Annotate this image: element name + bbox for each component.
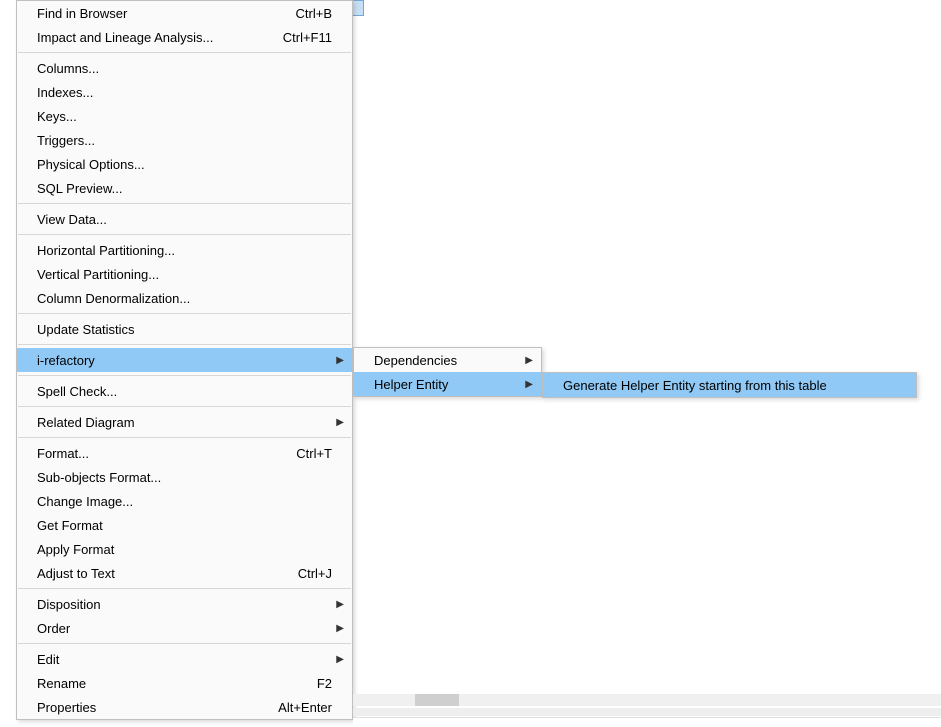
menu-item-label: Find in Browser xyxy=(37,6,276,21)
menu-separator xyxy=(18,52,351,53)
menu-item-disposition[interactable]: Disposition ▶ xyxy=(17,592,352,616)
menu-item-indexes[interactable]: Indexes... xyxy=(17,80,352,104)
menu-item-label: Order xyxy=(37,621,332,636)
menu-item-label: Adjust to Text xyxy=(37,566,278,581)
menu-item-find-in-browser[interactable]: Find in Browser Ctrl+B xyxy=(17,1,352,25)
menu-item-triggers[interactable]: Triggers... xyxy=(17,128,352,152)
menu-item-label: Disposition xyxy=(37,597,332,612)
submenu-arrow-icon: ▶ xyxy=(336,623,344,634)
menu-item-shortcut: Alt+Enter xyxy=(278,700,332,715)
menu-item-label: Dependencies xyxy=(374,353,521,368)
menu-item-label: Vertical Partitioning... xyxy=(37,267,332,282)
menu-item-get-format[interactable]: Get Format xyxy=(17,513,352,537)
menu-item-update-statistics[interactable]: Update Statistics xyxy=(17,317,352,341)
menu-item-label: Get Format xyxy=(37,518,332,533)
menu-item-sub-objects-format[interactable]: Sub-objects Format... xyxy=(17,465,352,489)
menu-separator xyxy=(18,406,351,407)
submenu-arrow-icon: ▶ xyxy=(525,355,533,366)
menu-item-properties[interactable]: Properties Alt+Enter xyxy=(17,695,352,719)
menu-item-spell-check[interactable]: Spell Check... xyxy=(17,379,352,403)
submenu-arrow-icon: ▶ xyxy=(336,599,344,610)
menu-item-order[interactable]: Order ▶ xyxy=(17,616,352,640)
menu-item-impact-lineage[interactable]: Impact and Lineage Analysis... Ctrl+F11 xyxy=(17,25,352,49)
menu-item-format[interactable]: Format... Ctrl+T xyxy=(17,441,352,465)
menu-separator xyxy=(18,375,351,376)
background-strip xyxy=(353,708,941,716)
menu-item-label: Triggers... xyxy=(37,133,332,148)
menu-item-column-denormalization[interactable]: Column Denormalization... xyxy=(17,286,352,310)
menu-item-apply-format[interactable]: Apply Format xyxy=(17,537,352,561)
menu-item-label: Rename xyxy=(37,676,297,691)
menu-item-label: Edit xyxy=(37,652,332,667)
menu-separator xyxy=(18,437,351,438)
submenu-arrow-icon: ▶ xyxy=(525,379,533,390)
menu-item-label: Horizontal Partitioning... xyxy=(37,243,332,258)
menu-item-physical-options[interactable]: Physical Options... xyxy=(17,152,352,176)
scrollbar-thumb[interactable] xyxy=(415,694,459,706)
submenu-arrow-icon: ▶ xyxy=(336,654,344,665)
menu-item-label: Column Denormalization... xyxy=(37,291,332,306)
menu-item-horizontal-partitioning[interactable]: Horizontal Partitioning... xyxy=(17,238,352,262)
menu-item-label: i-refactory xyxy=(37,353,332,368)
menu-item-label: Sub-objects Format... xyxy=(37,470,332,485)
menu-item-shortcut: Ctrl+F11 xyxy=(283,30,332,45)
menu-item-edit[interactable]: Edit ▶ xyxy=(17,647,352,671)
menu-item-vertical-partitioning[interactable]: Vertical Partitioning... xyxy=(17,262,352,286)
menu-item-label: Impact and Lineage Analysis... xyxy=(37,30,263,45)
menu-item-dependencies[interactable]: Dependencies ▶ xyxy=(354,348,541,372)
menu-item-sql-preview[interactable]: SQL Preview... xyxy=(17,176,352,200)
menu-item-label: Update Statistics xyxy=(37,322,332,337)
menu-item-label: Columns... xyxy=(37,61,332,76)
background-strip xyxy=(353,717,941,727)
menu-item-label: Indexes... xyxy=(37,85,332,100)
submenu-arrow-icon: ▶ xyxy=(336,355,344,366)
menu-separator xyxy=(18,643,351,644)
menu-item-label: Properties xyxy=(37,700,258,715)
menu-item-columns[interactable]: Columns... xyxy=(17,56,352,80)
menu-item-helper-entity[interactable]: Helper Entity ▶ xyxy=(354,372,541,396)
submenu-helper-entity: Generate Helper Entity starting from thi… xyxy=(542,372,917,398)
background-selection-fragment xyxy=(352,0,364,16)
menu-item-related-diagram[interactable]: Related Diagram ▶ xyxy=(17,410,352,434)
menu-item-label: Generate Helper Entity starting from thi… xyxy=(563,378,896,393)
menu-item-change-image[interactable]: Change Image... xyxy=(17,489,352,513)
context-menu-main: Find in Browser Ctrl+B Impact and Lineag… xyxy=(16,0,353,720)
menu-item-adjust-to-text[interactable]: Adjust to Text Ctrl+J xyxy=(17,561,352,585)
submenu-arrow-icon: ▶ xyxy=(336,417,344,428)
menu-item-rename[interactable]: Rename F2 xyxy=(17,671,352,695)
menu-item-keys[interactable]: Keys... xyxy=(17,104,352,128)
menu-item-shortcut: Ctrl+J xyxy=(298,566,332,581)
menu-item-label: Keys... xyxy=(37,109,332,124)
menu-item-shortcut: Ctrl+B xyxy=(296,6,332,21)
menu-item-label: Spell Check... xyxy=(37,384,332,399)
menu-item-label: Format... xyxy=(37,446,276,461)
menu-item-i-refactory[interactable]: i-refactory ▶ xyxy=(17,348,352,372)
menu-item-view-data[interactable]: View Data... xyxy=(17,207,352,231)
menu-separator xyxy=(18,588,351,589)
menu-item-label: SQL Preview... xyxy=(37,181,332,196)
menu-item-label: Physical Options... xyxy=(37,157,332,172)
scrollbar-track[interactable] xyxy=(353,694,941,706)
menu-separator xyxy=(18,234,351,235)
menu-separator xyxy=(18,203,351,204)
menu-item-generate-helper-entity[interactable]: Generate Helper Entity starting from thi… xyxy=(543,373,916,397)
menu-separator xyxy=(18,344,351,345)
menu-item-label: Apply Format xyxy=(37,542,332,557)
menu-item-label: Related Diagram xyxy=(37,415,332,430)
menu-item-label: View Data... xyxy=(37,212,332,227)
menu-item-label: Change Image... xyxy=(37,494,332,509)
submenu-i-refactory: Dependencies ▶ Helper Entity ▶ xyxy=(353,347,542,397)
menu-item-shortcut: F2 xyxy=(317,676,332,691)
background-bottom-bars xyxy=(353,694,941,727)
menu-separator xyxy=(18,313,351,314)
menu-item-label: Helper Entity xyxy=(374,377,521,392)
menu-item-shortcut: Ctrl+T xyxy=(296,446,332,461)
